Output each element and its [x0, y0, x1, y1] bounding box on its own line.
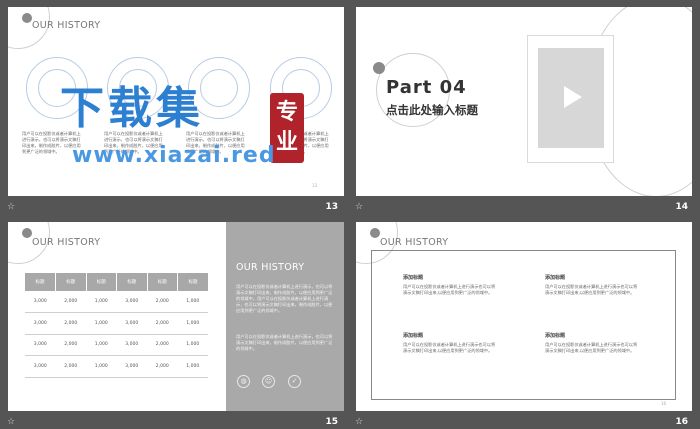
- slide-title: OUR HISTORY: [32, 237, 101, 248]
- table-header: 标题: [147, 273, 178, 291]
- video-placeholder[interactable]: [538, 48, 604, 148]
- star-icon[interactable]: ☆: [355, 201, 363, 213]
- watermark-url: www.xiazai.red: [72, 143, 276, 168]
- corner-dot: [370, 228, 380, 238]
- table-header-row: 标题 标题 标题 标题 标题 标题: [25, 273, 208, 291]
- section-heading: 添加标题: [403, 333, 424, 339]
- table-header: 标题: [86, 273, 117, 291]
- slide-title: OUR HISTORY: [32, 20, 101, 31]
- page-number-mini: 13: [312, 183, 318, 188]
- table-cell: 2,000: [55, 334, 86, 356]
- slide-number: 13: [325, 202, 338, 212]
- table-cell: 3,000: [25, 312, 56, 335]
- timeline-ring: [200, 69, 238, 107]
- globe-icon: ◍: [237, 375, 250, 388]
- content-frame: [371, 250, 676, 400]
- section-heading: 添加标题: [403, 275, 424, 281]
- table-cell: 1,000: [86, 291, 117, 313]
- page-number-mini: 16: [661, 401, 667, 406]
- corner-dot: [373, 62, 385, 74]
- table-header: 标题: [177, 273, 208, 291]
- corner-dot: [22, 228, 32, 238]
- slide-thumbnail-13[interactable]: OUR HISTORY 用户可以在投影仪或者计算机上进行演示，也可以将演示文稿打…: [8, 7, 344, 196]
- table-cell: 1,000: [177, 291, 208, 313]
- star-icon[interactable]: ☆: [355, 416, 363, 428]
- slide-number: 14: [675, 202, 688, 212]
- data-table: 标题 标题 标题 标题 标题 标题 3,000 2,000 1,000 3,00…: [25, 273, 208, 378]
- table-row: 3,000 2,000 1,000 3,000 2,000 1,000: [25, 355, 208, 378]
- section-body: 用户可以在投影仪或者计算机上进行演示也可以将演示文稿打印出来,以便应用到更广泛的…: [403, 284, 496, 295]
- table-cell: 3,000: [116, 334, 147, 356]
- table-row: 3,000 2,000 1,000 3,000 2,000 1,000: [25, 312, 208, 335]
- tablet-frame: [527, 35, 614, 163]
- slide-thumbnail-14[interactable]: Part 04 点击此处输入标题: [356, 7, 692, 196]
- star-icon[interactable]: ☆: [7, 201, 15, 213]
- table-cell: 2,000: [147, 334, 178, 356]
- slide-number: 15: [325, 417, 338, 427]
- table-cell: 3,000: [25, 355, 56, 378]
- info-panel: OUR HISTORY 用户可以在投影仪或者计算机上进行演示，也可以将演示文稿打…: [226, 222, 344, 411]
- part-subtitle[interactable]: 点击此处输入标题: [386, 102, 478, 118]
- panel-body: 用户可以在投影仪或者计算机上进行演示，也可以将演示文稿打印出来，制作成胶片，以便…: [236, 284, 333, 313]
- table-cell: 3,000: [116, 291, 147, 313]
- table-cell: 2,000: [55, 291, 86, 313]
- play-icon[interactable]: [564, 86, 582, 108]
- table-cell: 1,000: [177, 355, 208, 378]
- smile-icon: ☺: [262, 375, 275, 388]
- table-cell: 3,000: [116, 355, 147, 378]
- part-title: Part 04: [386, 77, 467, 98]
- star-icon[interactable]: ☆: [7, 416, 15, 428]
- table-cell: 3,000: [25, 291, 56, 313]
- table-cell: 2,000: [147, 312, 178, 335]
- slide-title: OUR HISTORY: [380, 237, 449, 248]
- panel-body: 用户可以在投影仪或者计算机上进行演示，也可以将演示文稿打印出来，制作成胶片，以便…: [236, 334, 333, 351]
- section-body: 用户可以在投影仪或者计算机上进行演示也可以将演示文稿打印出来,以便应用到更广泛的…: [545, 342, 638, 353]
- check-icon: ✓: [288, 375, 301, 388]
- section-heading: 添加标题: [545, 333, 566, 339]
- table-cell: 2,000: [147, 355, 178, 378]
- slide-thumbnail-16[interactable]: OUR HISTORY 添加标题 用户可以在投影仪或者计算机上进行演示也可以将演…: [356, 222, 692, 411]
- table-cell: 2,000: [55, 312, 86, 335]
- table-row: 3,000 2,000 1,000 3,000 2,000 1,000: [25, 334, 208, 356]
- panel-title: OUR HISTORY: [236, 262, 305, 273]
- table-cell: 1,000: [86, 355, 117, 378]
- slide-thumbnail-15[interactable]: OUR HISTORY 标题 标题 标题 标题 标题 标题 3,000 2,00…: [8, 222, 344, 411]
- table-cell: 1,000: [86, 312, 117, 335]
- table-cell: 1,000: [177, 312, 208, 335]
- table-row: 3,000 2,000 1,000 3,000 2,000 1,000: [25, 291, 208, 313]
- table-header: 标题: [116, 273, 148, 291]
- table-cell: 2,000: [147, 291, 178, 313]
- table-cell: 1,000: [86, 334, 117, 356]
- table-cell: 1,000: [177, 334, 208, 356]
- table-header: 标题: [25, 273, 56, 291]
- slide-number: 16: [675, 417, 688, 427]
- table-cell: 2,000: [55, 355, 86, 378]
- table-header: 标题: [55, 273, 87, 291]
- section-heading: 添加标题: [545, 275, 566, 281]
- table-cell: 3,000: [116, 312, 147, 335]
- section-body: 用户可以在投影仪或者计算机上进行演示也可以将演示文稿打印出来,以便应用到更广泛的…: [403, 342, 496, 353]
- section-body: 用户可以在投影仪或者计算机上进行演示也可以将演示文稿打印出来,以便应用到更广泛的…: [545, 284, 638, 295]
- watermark-text: 下载集: [60, 83, 204, 134]
- corner-dot: [22, 13, 32, 23]
- table-cell: 3,000: [25, 334, 56, 356]
